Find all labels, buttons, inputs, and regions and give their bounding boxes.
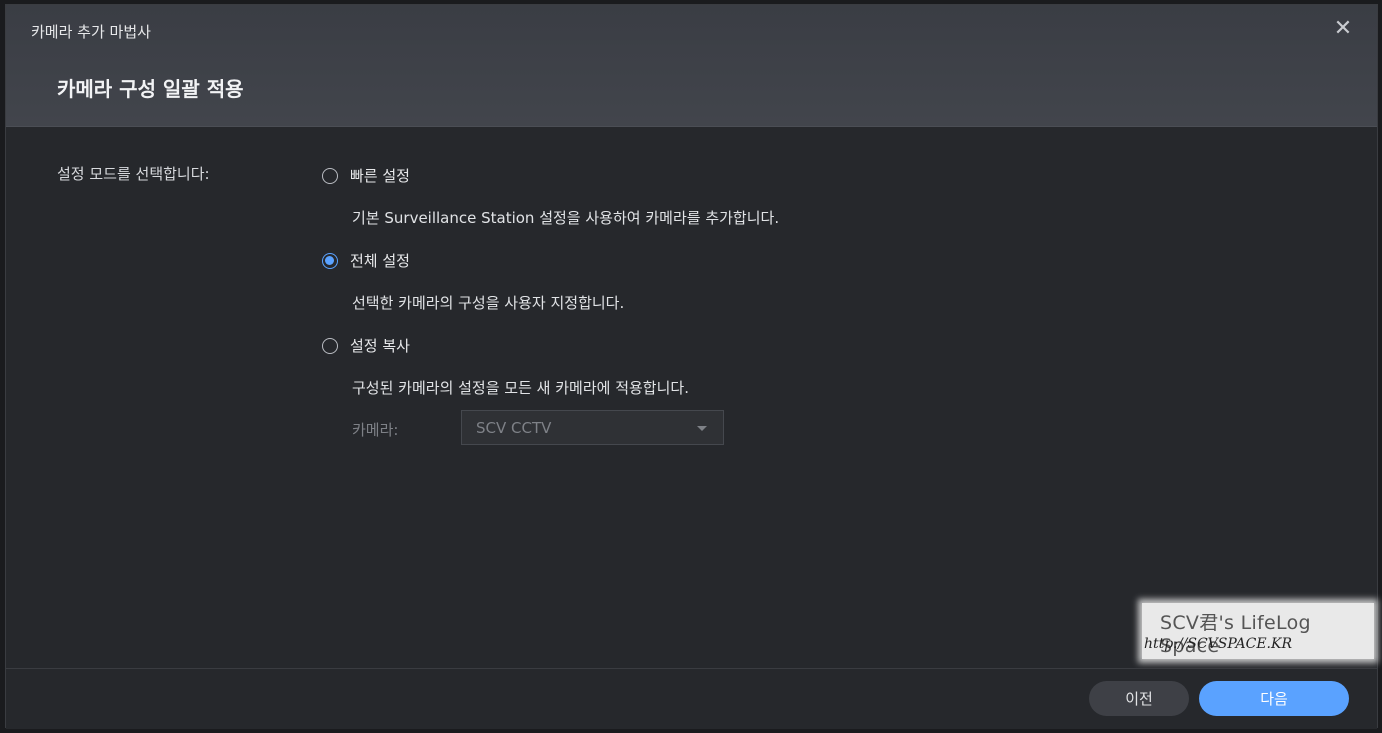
prev-button[interactable]: 이전	[1089, 681, 1189, 716]
radio-button[interactable]	[322, 337, 338, 354]
radio-copy-setup[interactable]: 설정 복사	[322, 335, 410, 356]
dialog-header: 카메라 추가 마법사 ✕ 카메라 구성 일괄 적용	[6, 5, 1377, 127]
next-button[interactable]: 다음	[1199, 681, 1349, 716]
camera-label: 카메라:	[352, 421, 399, 439]
radio-button[interactable]	[322, 252, 338, 269]
radio-quick-setup[interactable]: 빠른 설정	[322, 165, 410, 186]
camera-wizard-dialog: 카메라 추가 마법사 ✕ 카메라 구성 일괄 적용 설정 모드를 선택합니다: …	[5, 4, 1378, 729]
full-setup-description: 선택한 카메라의 구성을 사용자 지정합니다.	[352, 294, 625, 312]
wizard-title: 카메라 추가 마법사	[31, 23, 151, 41]
radio-label: 설정 복사	[350, 337, 410, 355]
radio-full-setup[interactable]: 전체 설정	[322, 250, 410, 271]
radio-label: 빠른 설정	[350, 167, 410, 185]
close-icon[interactable]: ✕	[1331, 17, 1355, 41]
camera-select[interactable]: SCV CCTV	[461, 410, 724, 445]
watermark: SCV君's LifeLog Space http://SCVSPACE.KR	[1142, 603, 1374, 659]
camera-select-value: SCV CCTV	[476, 418, 552, 437]
mode-label: 설정 모드를 선택합니다:	[57, 165, 210, 183]
chevron-down-icon	[697, 426, 707, 431]
dialog-content: 설정 모드를 선택합니다: 빠른 설정 기본 Surveillance Stat…	[6, 127, 1377, 667]
radio-label: 전체 설정	[350, 252, 410, 270]
radio-button[interactable]	[322, 167, 338, 184]
copy-setup-description: 구성된 카메라의 설정을 모든 새 카메라에 적용합니다.	[352, 379, 689, 397]
quick-setup-description: 기본 Surveillance Station 설정을 사용하여 카메라를 추가…	[352, 209, 780, 227]
watermark-url: http://SCVSPACE.KR	[1144, 636, 1293, 652]
page-title: 카메라 구성 일괄 적용	[57, 77, 244, 101]
dialog-footer: 이전 다음	[6, 668, 1377, 729]
